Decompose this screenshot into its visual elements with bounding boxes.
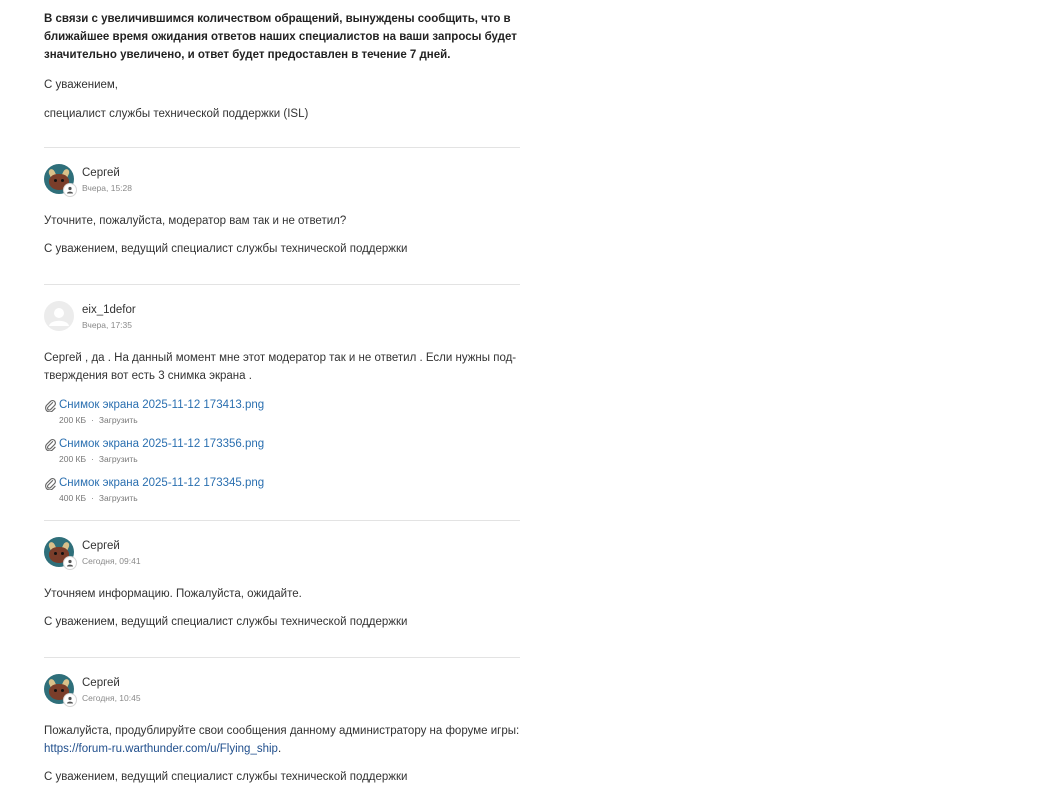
post-signature: С уважением, ведущий специалист службы т… [44,243,408,255]
staff-badge-icon [63,693,77,707]
paperclip-icon [45,477,56,490]
notice-signature: специалист службы технической поддержки … [44,108,309,120]
separator: · [91,493,94,503]
attachment-size: 200 КБ [59,454,87,464]
post-text: Уточняем информацию. Пожалуйста, ожидайт… [44,588,302,600]
post-text-part: Пожалуйста, продублируйте свои сообщения… [44,725,520,737]
notice-regards: С уважением, [44,79,118,91]
message-post: Сергей Сегодня, 10:45 Пожалуйста, продуб… [44,658,520,786]
message-post: Сергей Вчера, 15:28 Уточните, пожалуйста… [44,148,520,258]
post-time: Сегодня, 10:45 [82,693,141,703]
download-link[interactable]: Загрузить [99,493,138,503]
auto-notice: В связи с увеличившимся количеством обра… [44,0,520,123]
staff-badge-icon [63,183,77,197]
post-text: Пожалуйста, продублируйте свои сообщения… [44,722,520,758]
attachment-list: Снимок экрана 2025-11-12 173413.png 200 … [44,397,520,505]
forum-profile-link[interactable]: https://forum-ru.warthunder.com/u/Flying… [44,743,278,755]
attachment-link[interactable]: Снимок экрана 2025-11-12 173356.png [59,438,264,450]
avatar-eye [61,179,64,182]
post-text-part: . [277,743,282,755]
avatar-eye [54,689,57,692]
avatar-eye [54,179,57,182]
paperclip-icon [45,399,56,412]
attachment-size: 200 КБ [59,415,87,425]
author-name[interactable]: Сергей [82,539,141,553]
post-signature: С уважением, ведущий специалист службы т… [44,616,408,628]
message-post: eix_1defor Вчера, 17:35 Сергей , да . На… [44,285,520,505]
attachment-link[interactable]: Снимок экрана 2025-11-12 173413.png [59,399,264,411]
download-link[interactable]: Загрузить [99,454,138,464]
avatar-eye [61,689,64,692]
staff-badge-icon [63,556,77,570]
separator: · [91,454,94,464]
avatar[interactable] [44,537,77,570]
post-header: Сергей Сегодня, 09:41 [44,537,520,570]
attachment-item: Снимок экрана 2025-11-12 173356.png 200 … [44,436,520,466]
post-header: eix_1defor Вчера, 17:35 [44,301,520,333]
post-signature: С уважением, ведущий специалист службы т… [44,771,408,783]
avatar-eye [61,552,64,555]
notice-text: В связи с увеличившимся количеством обра… [44,13,517,61]
attachment-item: Снимок экрана 2025-11-12 173345.png 400 … [44,475,520,505]
message-post: Сергей Сегодня, 09:41 Уточняем информаци… [44,521,520,631]
attachment-item: Снимок экрана 2025-11-12 173413.png 200 … [44,397,520,427]
post-text: Уточните, пожалуйста, модератор вам так … [44,215,347,227]
avatar[interactable] [44,164,77,197]
post-time: Вчера, 17:35 [82,320,132,330]
post-header: Сергей Сегодня, 10:45 [44,674,520,707]
separator: · [91,415,94,425]
avatar[interactable] [44,674,77,707]
post-time: Вчера, 15:28 [82,183,132,193]
attachment-size: 400 КБ [59,493,87,503]
paperclip-icon [45,438,56,451]
download-link[interactable]: Загрузить [99,415,138,425]
post-text: Сергей , да . На данный момент мне этот … [44,352,517,382]
author-name[interactable]: Сергей [82,166,132,180]
user-silhouette-icon [49,308,69,326]
post-header: Сергей Вчера, 15:28 [44,164,520,197]
attachment-link[interactable]: Снимок экрана 2025-11-12 173345.png [59,477,264,489]
ticket-thread: В связи с увеличившимся количеством обра… [44,0,520,786]
post-time: Сегодня, 09:41 [82,556,141,566]
avatar-eye [54,552,57,555]
default-user-avatar[interactable] [44,301,74,331]
author-name[interactable]: eix_1defor [82,303,136,317]
author-name[interactable]: Сергей [82,676,141,690]
